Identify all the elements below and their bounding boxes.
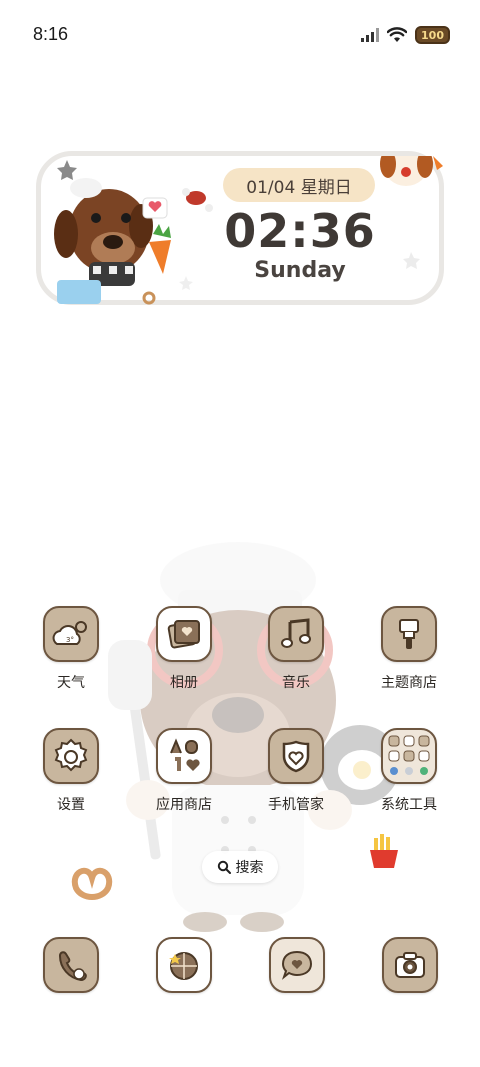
app-gallery[interactable]: 相册 <box>139 606 229 692</box>
phone-icon[interactable] <box>43 937 99 993</box>
theme-store-icon[interactable] <box>381 606 437 662</box>
signal-icon <box>361 28 380 42</box>
dock-camera[interactable] <box>380 937 440 997</box>
dock-browser[interactable] <box>154 937 214 997</box>
app-label: 天气 <box>57 675 85 691</box>
status-time: 8:16 <box>33 24 69 44</box>
weather-icon[interactable]: 3° <box>43 606 99 662</box>
search-button[interactable]: 搜索 <box>202 851 278 883</box>
app-weather[interactable]: 3° 天气 <box>26 606 116 692</box>
app-music[interactable]: 音乐 <box>251 606 341 692</box>
clock-widget[interactable]: 01/04 星期日 02:36 Sunday <box>36 151 444 305</box>
app-label: 应用商店 <box>156 797 212 813</box>
app-label: 音乐 <box>282 675 310 691</box>
wifi-icon <box>387 27 408 42</box>
app-system-tools-folder[interactable]: 系统工具 <box>364 728 454 814</box>
app-settings[interactable]: 设置 <box>26 728 116 814</box>
browser-icon[interactable] <box>156 937 212 993</box>
app-label: 相册 <box>170 675 198 691</box>
search-icon <box>217 860 231 874</box>
app-app-store[interactable]: 应用商店 <box>139 728 229 814</box>
search-label: 搜索 <box>235 860 264 876</box>
app-label: 手机管家 <box>268 797 324 813</box>
dock-phone[interactable] <box>41 937 101 997</box>
app-store-icon[interactable] <box>156 728 212 784</box>
app-theme-store[interactable]: 主题商店 <box>364 606 454 692</box>
gallery-icon[interactable] <box>156 606 212 662</box>
date-display: 01/04 星期日 <box>223 168 375 202</box>
clock-weekday: Sunday <box>254 258 346 283</box>
app-phone-manager[interactable]: 手机管家 <box>251 728 341 814</box>
app-label: 设置 <box>57 797 85 813</box>
pretzel-sticker <box>71 867 113 900</box>
settings-icon[interactable] <box>43 728 99 784</box>
weather-temp: 3° <box>66 636 74 644</box>
music-icon[interactable] <box>268 606 324 662</box>
dock-messages[interactable] <box>267 937 327 997</box>
app-label: 系统工具 <box>381 797 437 813</box>
battery-icon: 100 <box>415 26 450 44</box>
camera-icon[interactable] <box>382 937 438 993</box>
phone-manager-icon[interactable] <box>268 728 324 784</box>
messages-icon[interactable] <box>269 937 325 993</box>
system-tools-folder-icon[interactable] <box>381 728 437 784</box>
status-icons: 100 <box>361 24 450 46</box>
app-label: 主题商店 <box>381 675 437 691</box>
clock-time: 02:36 <box>224 204 376 258</box>
status-bar: 8:16 100 <box>0 0 480 64</box>
